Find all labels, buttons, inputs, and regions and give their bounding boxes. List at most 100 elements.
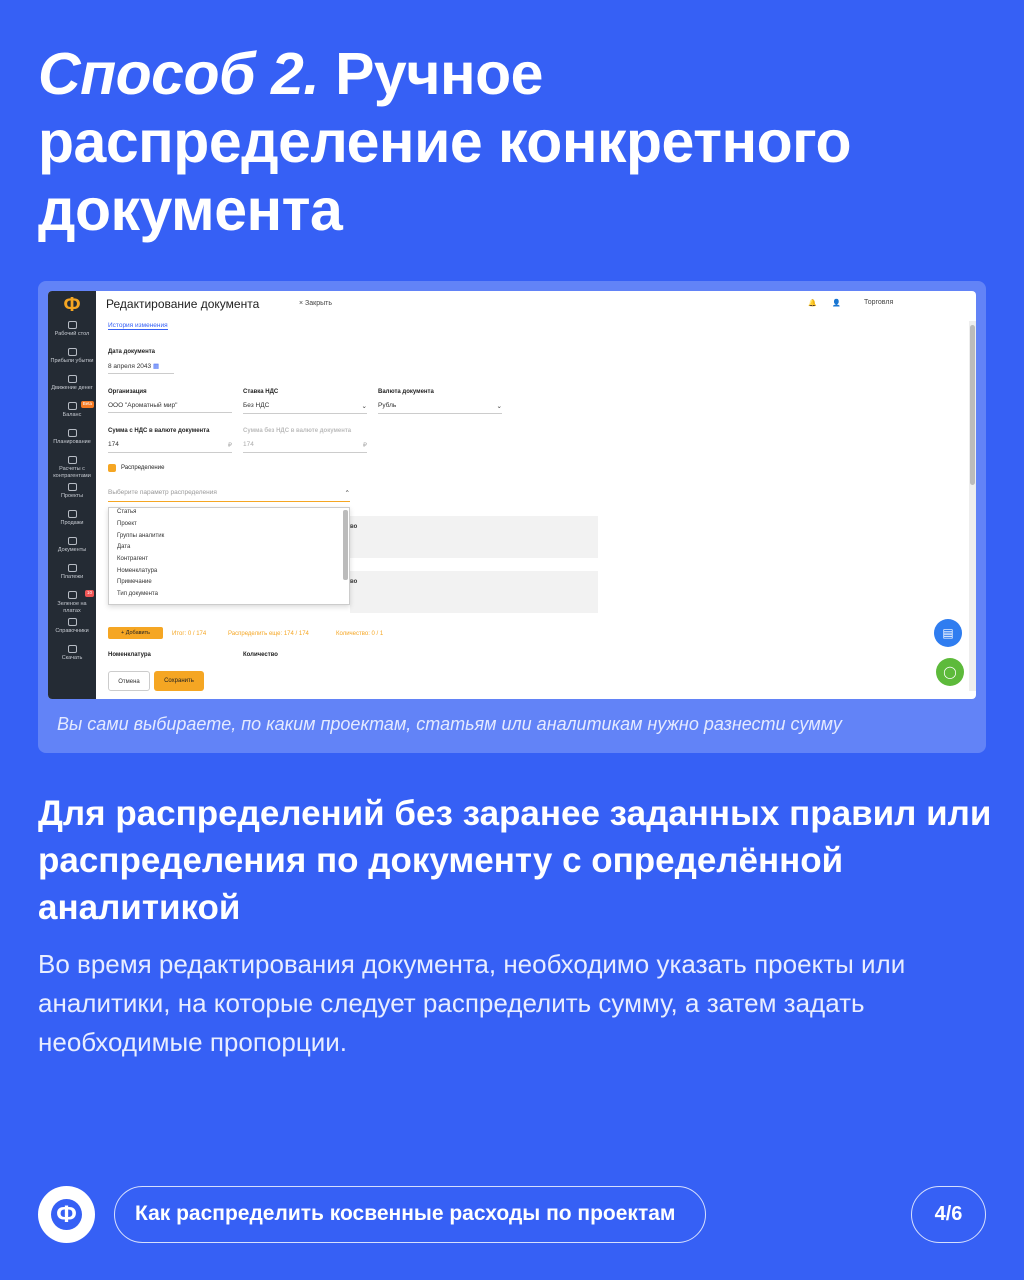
chevron-down-icon[interactable]: ⌄ bbox=[497, 402, 502, 410]
app-logo[interactable]: Ф bbox=[48, 291, 96, 319]
sum-novat-label: Сумма без НДС в валюте документа bbox=[243, 428, 352, 434]
sum-novat-field: 174 ₽ bbox=[243, 441, 367, 453]
balance-icon[interactable] bbox=[67, 402, 77, 410]
org-field[interactable]: ООО "Ароматный мир" bbox=[108, 402, 232, 413]
sidebar-item[interactable]: Платежи bbox=[48, 562, 96, 589]
remaining-text: Распределить еще: 174 / 174 bbox=[228, 631, 309, 637]
sidebar-item-label[interactable]: Прибыли убытки bbox=[51, 358, 94, 364]
app-screenshot: Ф Рабочий стол Прибыли убытки Движение ден… bbox=[48, 291, 976, 699]
sidebar-item-label[interactable]: Скачать bbox=[62, 655, 83, 661]
projects-icon[interactable] bbox=[67, 483, 77, 491]
sidebar-item[interactable]: Скачать bbox=[48, 643, 96, 670]
chevron-down-icon[interactable]: ⌄ bbox=[362, 402, 367, 410]
sidebar-item-label[interactable]: Рабочий стол bbox=[55, 331, 90, 337]
sidebar-item-label[interactable]: Справочники bbox=[55, 628, 88, 634]
vat-select[interactable]: Без НДС ⌄ bbox=[243, 402, 367, 414]
dropdown-option[interactable]: Дата bbox=[109, 543, 349, 555]
chevron-up-icon[interactable]: ⌃ bbox=[345, 489, 350, 497]
section-subtitle: Для распределений без заранее заданных п… bbox=[38, 794, 992, 927]
directories-icon[interactable] bbox=[67, 618, 77, 626]
dropdown-option[interactable]: Группы аналитик bbox=[109, 531, 349, 543]
download-icon[interactable] bbox=[67, 645, 77, 653]
screenshot-caption: Вы сами выбираете, по каким проектам, ст… bbox=[57, 714, 842, 734]
dropdown-option[interactable]: Статья bbox=[109, 508, 349, 520]
desktop-icon[interactable] bbox=[67, 321, 77, 329]
planning-icon[interactable] bbox=[67, 429, 77, 437]
distribution-param-select[interactable]: Выберите параметр распределения ⌃ bbox=[108, 489, 350, 502]
calendar-icon[interactable]: ▦ bbox=[153, 363, 159, 370]
date-label: Дата документа bbox=[108, 349, 155, 355]
money-icon[interactable] bbox=[67, 375, 77, 383]
sidebar-item[interactable]: Продажи bbox=[48, 508, 96, 535]
dropdown-option[interactable]: Номенклатура bbox=[109, 566, 349, 578]
sidebar-item[interactable]: Прибыли убытки bbox=[48, 346, 96, 373]
col-quantity: Количество bbox=[243, 652, 278, 658]
sidebar-item[interactable]: Расчеты с контрагентами bbox=[48, 454, 96, 481]
section-body: Во время редактирования документа, необх… bbox=[38, 949, 906, 1057]
contractors-icon[interactable] bbox=[67, 456, 77, 464]
sidebar-item[interactable]: Планирование bbox=[48, 427, 96, 454]
page-indicator: 4/6 bbox=[911, 1186, 986, 1243]
close-label[interactable]: Закрыть bbox=[305, 300, 332, 307]
screenshot-card: Ф Рабочий стол Прибыли убытки Движение ден… bbox=[38, 281, 986, 753]
col-nomenclature: Номенклатура bbox=[108, 652, 151, 658]
slide-title: Способ 2. Ручное распределение конкретно… bbox=[38, 40, 998, 244]
app-sidebar: Ф Рабочий стол Прибыли убытки Движение ден… bbox=[48, 291, 96, 699]
sidebar-item[interactable]: Движение денег bbox=[48, 373, 96, 400]
dropdown-option[interactable]: Проект bbox=[109, 520, 349, 532]
sidebar-item-label[interactable]: Платежи bbox=[61, 574, 83, 580]
user-icon[interactable]: 👤 bbox=[832, 299, 841, 307]
currency-label: Валюта документа bbox=[378, 389, 434, 395]
distribution-panel: во bbox=[350, 516, 598, 558]
cancel-button[interactable]: Отмена bbox=[108, 671, 150, 691]
sidebar-item-label[interactable]: Расчеты с контрагентами bbox=[53, 466, 91, 479]
date-field[interactable]: 8 апреля 2043 ▦ bbox=[108, 362, 174, 374]
history-link[interactable]: История изменения bbox=[108, 322, 168, 330]
dropdown-option[interactable]: Тип документа bbox=[109, 590, 349, 602]
green-icon[interactable] bbox=[67, 591, 77, 599]
sidebar-badge: Beta bbox=[80, 401, 94, 408]
org-label: Организация bbox=[108, 389, 147, 395]
scrollbar[interactable] bbox=[969, 321, 976, 691]
sidebar-item[interactable]: Проекты bbox=[48, 481, 96, 508]
sidebar-item-label[interactable]: Планирование bbox=[53, 439, 91, 445]
payments-icon[interactable] bbox=[67, 564, 77, 572]
sidebar-item-label[interactable]: Движение денег bbox=[51, 385, 93, 391]
sidebar-item[interactable]: Рабочий стол bbox=[48, 319, 96, 346]
sidebar-item-label[interactable]: Продажи bbox=[61, 520, 84, 526]
bell-icon[interactable]: 🔔 bbox=[808, 299, 817, 307]
sidebar-item[interactable]: Зеленое на платах 10 bbox=[48, 589, 96, 616]
sidebar-item[interactable]: Баланс Beta bbox=[48, 400, 96, 427]
company-name[interactable]: Торговля bbox=[864, 299, 893, 306]
sales-icon[interactable] bbox=[67, 510, 77, 518]
distribution-panel: во bbox=[350, 571, 598, 613]
documents-icon[interactable] bbox=[67, 537, 77, 545]
distribution-dropdown: Статья Проект Группы аналитик Дата Контраген… bbox=[108, 507, 350, 605]
title-method: Способ 2. bbox=[38, 41, 320, 107]
sidebar-item-label[interactable]: Баланс bbox=[63, 412, 82, 418]
sum-vat-field[interactable]: 174 ₽ bbox=[108, 441, 232, 453]
close-link[interactable]: × Закрыть bbox=[299, 300, 332, 307]
sidebar-item-label[interactable]: Зеленое на платах bbox=[57, 601, 86, 614]
sidebar-item-label[interactable]: Проекты bbox=[61, 493, 83, 499]
total-text: Итог: 0 / 174 bbox=[172, 631, 207, 637]
chat-icon[interactable]: ▤ bbox=[934, 619, 962, 647]
dropdown-scrollbar[interactable] bbox=[343, 510, 348, 580]
chart-icon[interactable] bbox=[67, 348, 77, 356]
distribution-checkbox[interactable] bbox=[108, 464, 116, 472]
app-main: Редактирование документа × Закрыть Истор… bbox=[96, 291, 976, 699]
app-header-title: Редактирование документа bbox=[106, 297, 260, 311]
dropdown-option[interactable]: Контрагент bbox=[109, 555, 349, 567]
dropdown-option[interactable]: Примечание bbox=[109, 578, 349, 590]
quantity-text: Количество: 0 / 1 bbox=[336, 631, 384, 637]
distribution-label: Распределение bbox=[121, 465, 165, 471]
currency-select[interactable]: Рубль ⌄ bbox=[378, 402, 502, 414]
footer-logo: Ф bbox=[38, 1186, 95, 1243]
footer-title: Как распределить косвенные расходы по пр… bbox=[114, 1186, 706, 1243]
support-icon[interactable]: ◯ bbox=[936, 658, 964, 686]
save-button[interactable]: Сохранить bbox=[154, 671, 204, 691]
add-button[interactable]: + Добавить bbox=[108, 627, 163, 639]
sidebar-item[interactable]: Документы bbox=[48, 535, 96, 562]
sidebar-item-label[interactable]: Документы bbox=[58, 547, 86, 553]
sidebar-item[interactable]: Справочники bbox=[48, 616, 96, 643]
